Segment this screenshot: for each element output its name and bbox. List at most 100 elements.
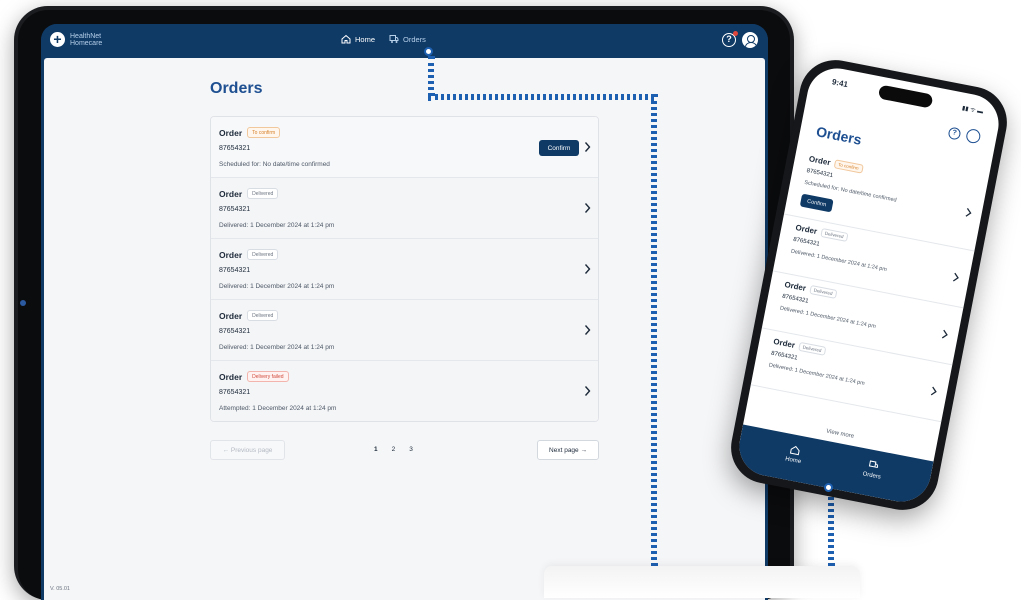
plus-icon: + [50,32,65,47]
orders-list: Order To confirm 87654321 Scheduled for:… [210,116,599,422]
status-badge: Delivered [797,341,827,356]
page-title: Orders [210,80,263,97]
logo-line-2: Homecare [70,39,103,47]
order-row[interactable]: Order Delivered 87654321 Delivered: 1 De… [211,300,598,361]
order-detail: Delivered: 1 December 2024 at 1:24 pm [219,344,335,351]
help-icon[interactable]: ? [947,126,962,141]
home-icon [341,34,351,44]
chevron-right-icon [930,386,937,396]
nav-home[interactable]: Home [341,34,375,44]
tab-orders[interactable]: Orders [851,456,894,482]
order-title: Order [219,249,243,260]
status-badge: Delivered [820,227,849,242]
order-number: 87654321 [219,145,251,152]
order-row-head: Order Delivered [219,188,279,199]
logo-line-1: HealthNet [70,32,102,40]
notification-dot [733,31,738,36]
order-detail: Delivered: 1 December 2024 at 1:24 pm [779,305,877,330]
previous-page-button[interactable]: ← Previous page [210,440,285,460]
status-badge: Delivered [247,310,279,321]
order-number: 87654321 [806,168,834,180]
order-row[interactable]: Order Delivered 87654321 Delivered: 1 De… [211,178,598,239]
confirm-button[interactable]: Confirm [539,140,579,156]
order-row-head: Order Delivered [219,310,279,321]
dynamic-island [877,84,934,109]
status-badge: To confirm [833,159,864,174]
nav-orders[interactable]: Orders [389,34,426,44]
chevron-right-icon [584,203,591,213]
nav-home-label: Home [355,34,376,44]
page-1[interactable]: 1 [374,446,378,453]
status-badge: Delivered [247,249,279,260]
help-icon[interactable]: ? [722,31,738,47]
connector-line [428,56,434,96]
status-badge: Delivered [809,284,838,299]
order-number: 87654321 [792,236,821,248]
app-header: + HealthNet Homecare Home Orders ? [41,24,768,58]
order-title: Order [219,127,243,138]
order-row[interactable]: Order Delivered 87654321 Delivered: 1 De… [211,239,598,300]
order-detail: Attempted: 1 December 2024 at 1:24 pm [219,405,337,412]
order-row-head: Order Delivery failed [219,371,289,382]
order-detail: Delivered: 1 December 2024 at 1:24 pm [219,222,335,229]
order-title: Order [219,188,243,199]
chevron-right-icon [584,142,591,152]
order-number: 87654321 [770,350,798,362]
order-number: 87654321 [781,293,809,305]
status-badge: Delivered [247,188,279,199]
status-badge: To confirm [247,127,281,138]
chevron-right-icon [584,386,591,396]
order-row[interactable]: Order Delivery failed 87654321 Attempted… [211,361,598,421]
connector-line [428,94,654,100]
chevron-right-icon [952,272,959,282]
order-number: 87654321 [219,328,251,335]
order-detail: Scheduled for: No date/time confirmed [219,161,330,168]
page-2[interactable]: 2 [392,446,396,453]
nav-orders-label: Orders [403,34,426,44]
connector-knob [424,47,433,56]
order-title: Order [808,154,832,168]
status-icons: ▮▮ ᯤ ▬ [961,105,984,116]
next-page-button[interactable]: Next page → [537,440,599,460]
order-title: Order [783,279,807,293]
order-title: Order [219,310,243,321]
order-detail: Delivered: 1 December 2024 at 1:24 pm [219,283,335,290]
chevron-right-icon [965,208,972,217]
truck-icon [868,460,879,469]
version-label: V. 05.01 [50,586,70,592]
connector-knob [824,483,833,492]
tablet-camera [20,300,26,306]
order-row[interactable]: Order To confirm 87654321 Scheduled for:… [211,117,598,178]
top-nav: Home Orders [341,34,426,44]
connector-line [828,492,834,566]
order-title: Order [772,336,796,350]
status-time: 9:41 [831,77,849,90]
order-detail: Delivered: 1 December 2024 at 1:24 pm [790,248,888,274]
avatar[interactable] [742,32,758,48]
tab-home[interactable]: Home [773,441,816,467]
logo-text-block: HealthNet Homecare [70,33,102,47]
order-number: 87654321 [219,389,251,396]
order-row-head: Order Delivered [219,249,279,260]
status-badge: Delivery failed [247,371,289,382]
chevron-right-icon [584,325,591,335]
order-detail: Delivered: 1 December 2024 at 1:24 pm [768,362,866,387]
tab-orders-label: Orders [862,471,882,481]
avatar[interactable] [965,127,982,145]
truck-icon [389,35,399,43]
chevron-right-icon [941,329,948,339]
page-3[interactable]: 3 [409,446,413,453]
tab-home-label: Home [784,456,802,466]
healthnet-logo[interactable]: + HealthNet Homecare [50,32,102,47]
chevron-right-icon [584,264,591,274]
order-number: 87654321 [219,206,251,213]
page-numbers: 1 2 3 [374,446,413,453]
confirm-button[interactable]: Confirm [799,193,834,213]
tablet-device: + HealthNet Homecare Home Orders ? Order… [14,6,794,600]
order-number: 87654321 [219,267,251,274]
order-title: Order [219,371,243,382]
home-icon [789,445,800,456]
order-title: Order [794,223,818,237]
pagination: ← Previous page 1 2 3 Next page → [210,440,599,460]
order-row-head: Order To confirm [219,127,281,138]
